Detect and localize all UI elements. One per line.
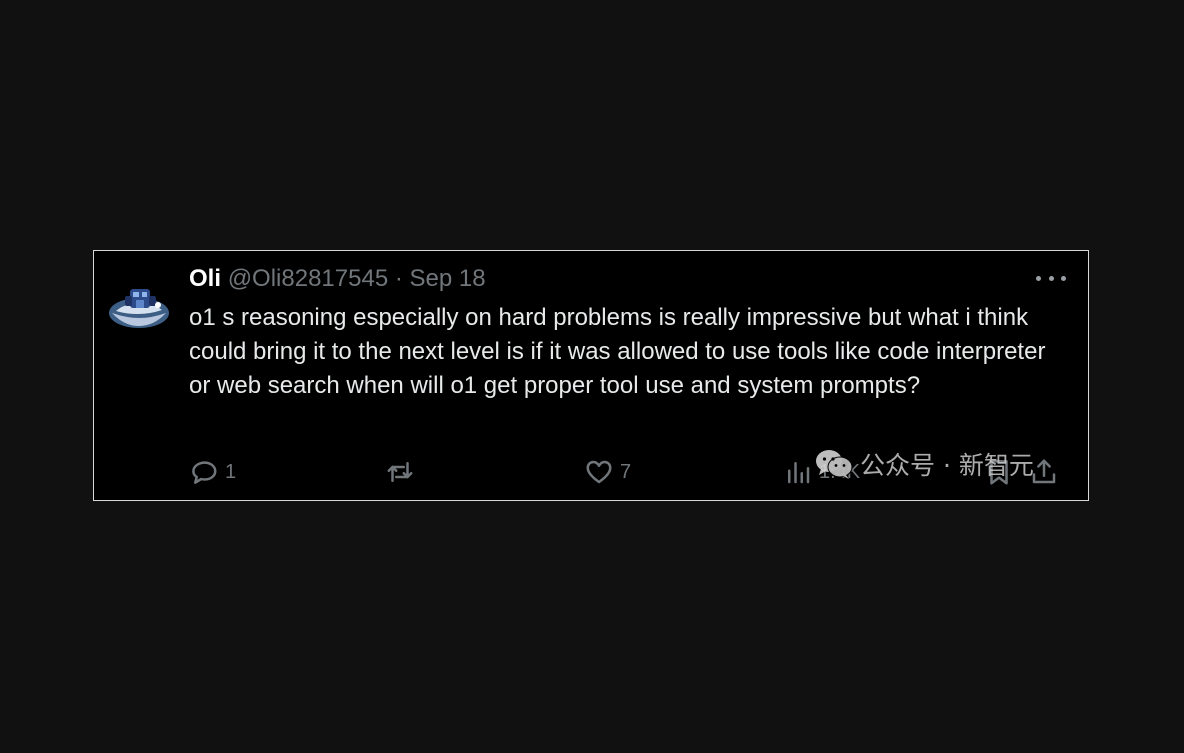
reply-icon [192, 461, 217, 484]
display-name[interactable]: Oli [189, 265, 221, 292]
avatar[interactable] [108, 283, 170, 331]
tweet-card[interactable]: Oli @Oli82817545 · Sep 18 o1 s reasoning… [93, 250, 1089, 501]
watermark-text: 公众号 · 新智元 [860, 451, 1034, 480]
like-count: 7 [620, 460, 632, 483]
like-button[interactable]: 7 [584, 456, 631, 488]
reply-button[interactable]: 1 [189, 456, 236, 488]
views-icon [788, 462, 810, 484]
wechat-watermark: 公众号 · 新智元 [814, 446, 1034, 482]
header-separator: · [394, 265, 403, 292]
retweet-button[interactable] [385, 456, 421, 488]
like-icon [586, 460, 612, 484]
tweet-date[interactable]: Sep 18 [410, 265, 486, 292]
retweet-icon [387, 462, 413, 482]
more-options-button[interactable] [1036, 266, 1066, 290]
reply-count: 1 [225, 460, 237, 483]
tweet-text: o1 s reasoning especially on hard proble… [189, 304, 1046, 399]
wechat-icon [816, 450, 853, 479]
user-handle[interactable]: @Oli82817545 [228, 265, 388, 292]
tweet-header: Oli @Oli82817545 · Sep 18 [189, 264, 486, 294]
